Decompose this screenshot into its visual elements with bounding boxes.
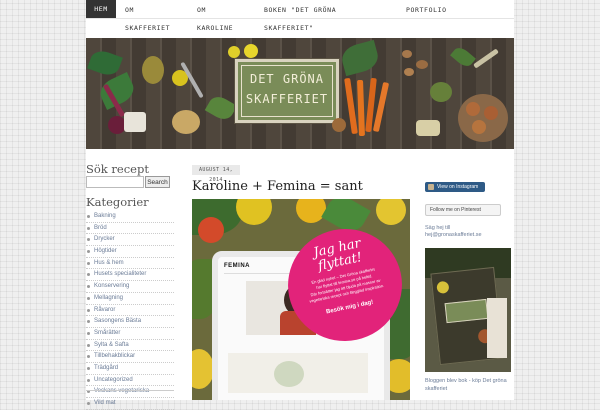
magazine-logo: FEMINA: [224, 263, 250, 269]
instagram-label: View on Instagram: [437, 184, 479, 190]
herbs-decoration: [204, 92, 238, 124]
nav-item-portfolio[interactable]: PORTFOLIO: [406, 6, 447, 14]
category-link[interactable]: Trädgård: [86, 363, 174, 375]
nav-divider: [86, 18, 514, 19]
pinterest-label: Follow me on Pinterest: [430, 207, 481, 213]
greens-decoration: [338, 39, 382, 77]
tablet-food-image: [228, 353, 368, 393]
onion-decoration: [332, 118, 346, 132]
contact-text: Säg hej till hej@gronaskafferiet.se: [425, 225, 482, 239]
nav-item-om-skafferiet-line2[interactable]: SKAFFERIET: [125, 24, 170, 32]
onion-decoration: [472, 120, 486, 134]
lemon-decoration: [244, 44, 258, 58]
category-link[interactable]: Veckans vegetariska: [86, 386, 174, 398]
book-pages-decoration: [487, 298, 507, 358]
nav-item-om-karoline-line2[interactable]: KAROLINE: [197, 24, 233, 32]
potato-decoration: [416, 60, 428, 69]
sidebar-divider: [86, 390, 174, 391]
category-link[interactable]: Tillbehakblickar: [86, 351, 174, 363]
logo-line-2: SKAFFERIET: [245, 92, 329, 106]
page-container: HEM OM SKAFFERIET OM KAROLINE BOKEN "DET…: [86, 0, 514, 410]
category-link[interactable]: Husets specialiteter: [86, 269, 174, 282]
post-image[interactable]: FEMINA Jag har flyttat! En glad nyhet – …: [192, 199, 410, 400]
instagram-icon: [428, 184, 434, 190]
citrus-decoration: [376, 199, 406, 225]
logo-line-1: DET GRÖNA: [249, 72, 325, 86]
lemon-decoration: [228, 46, 240, 58]
grain-pile-decoration: [172, 110, 200, 134]
citrus-decoration: [296, 199, 326, 223]
post-title[interactable]: Karoline + Femina = sant: [192, 179, 363, 194]
main-nav: HEM OM SKAFFERIET OM KAROLINE BOKEN "DET…: [86, 0, 514, 36]
squash-decoration: [142, 56, 164, 84]
book-cover-image[interactable]: [425, 248, 511, 372]
post-date-badge: AUGUST 14, 2014: [192, 165, 240, 183]
carrot-decoration: [357, 79, 365, 137]
mushroom-decoration: [416, 120, 440, 136]
nav-item-om-karoline[interactable]: OM: [197, 6, 206, 14]
nav-item-boken-line2[interactable]: SKAFFERIET": [264, 24, 314, 32]
nav-item-om-skafferiet[interactable]: OM: [125, 6, 134, 14]
potato-decoration: [404, 68, 414, 76]
herbs-decoration: [450, 44, 476, 70]
citrus-decoration: [236, 199, 272, 225]
carrot-decoration: [344, 77, 358, 135]
lemon-decoration: [436, 280, 450, 294]
greens-decoration: [87, 47, 123, 79]
logo-sign[interactable]: DET GRÖNA SKAFFERIET: [235, 59, 339, 123]
search-button[interactable]: Search: [145, 176, 170, 188]
pinterest-button[interactable]: Follow me on Pinterest: [425, 204, 501, 216]
categories-heading: Kategorier: [86, 195, 149, 209]
flour-bag-decoration: [124, 112, 146, 132]
category-list: Bakning Bröd Drycker Högtider Hus & hem …: [86, 211, 174, 410]
contact-email-link[interactable]: hej@gronaskafferiet.se: [425, 232, 482, 239]
category-link[interactable]: Smårätter: [86, 328, 174, 340]
category-link[interactable]: Sylta & Safta: [86, 340, 174, 352]
nav-item-home[interactable]: HEM: [86, 0, 116, 18]
instagram-button[interactable]: View on Instagram: [425, 182, 485, 192]
nav-item-boken[interactable]: BOKEN "DET GRÖNA: [264, 6, 336, 14]
search-input[interactable]: [86, 176, 144, 188]
category-link[interactable]: Hus & hem: [86, 258, 174, 270]
category-link[interactable]: Drycker: [86, 234, 174, 247]
category-link[interactable]: Råvaror: [86, 305, 174, 317]
contact-intro: Säg hej till: [425, 225, 451, 231]
tomato-decoration: [198, 217, 224, 243]
knife-decoration: [473, 48, 499, 69]
onion-decoration: [466, 102, 480, 116]
book-caption-link[interactable]: Bloggen blev bok - köp Det gröna skaffer…: [425, 377, 511, 393]
citrus-decoration: [192, 349, 214, 389]
bowl-decoration: [458, 94, 508, 142]
category-link[interactable]: Högtider: [86, 246, 174, 258]
category-link[interactable]: Mellagning: [86, 293, 174, 305]
category-link[interactable]: Bakning: [86, 211, 174, 223]
category-link[interactable]: Bröd: [86, 223, 174, 235]
category-link[interactable]: Konservering: [86, 281, 174, 293]
header-banner[interactable]: DET GRÖNA SKAFFERIET: [86, 38, 514, 149]
category-link[interactable]: Sasongens Bästa: [86, 316, 174, 328]
onion-decoration: [484, 106, 498, 120]
search-heading: Sök recept: [86, 162, 149, 176]
bowl-decoration: [274, 361, 304, 387]
potato-decoration: [402, 50, 412, 58]
book-title-sign: [444, 298, 489, 324]
bowl-decoration: [430, 82, 452, 102]
category-link[interactable]: Uncategorized: [86, 375, 174, 387]
